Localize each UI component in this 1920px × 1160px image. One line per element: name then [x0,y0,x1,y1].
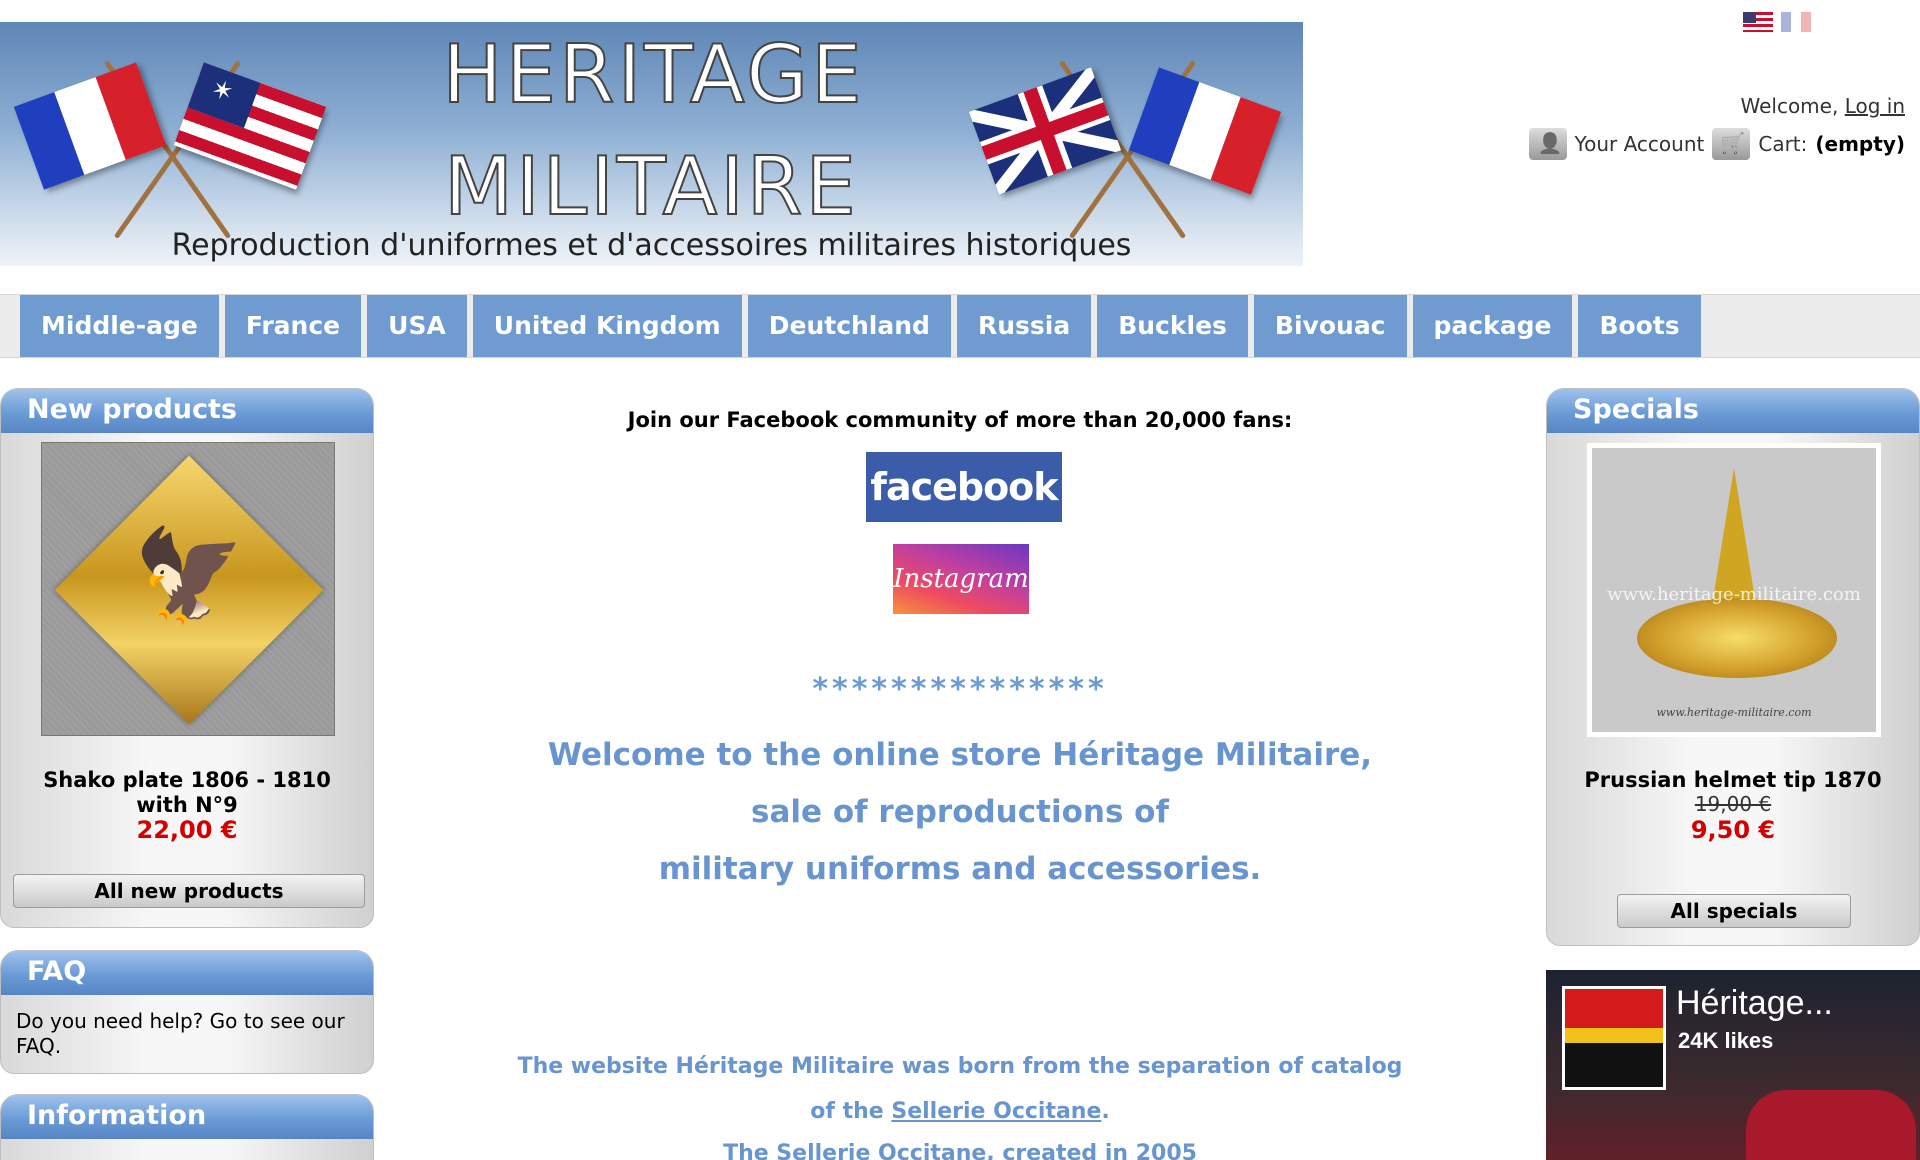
welcome-text: Welcome, Log in [1740,94,1905,118]
user-account-icon[interactable] [1528,128,1567,160]
all-specials-button[interactable]: All specials [1617,894,1851,928]
new-product-price: 22,00 € [136,816,238,844]
helmet-tip-image[interactable]: www.heritage-militaire.com www.heritage-… [1587,443,1881,737]
banner-title-line2: MILITAIRE [443,139,859,234]
cart-label[interactable]: Cart: [1758,132,1807,156]
nav-item-france[interactable]: France [224,295,362,357]
facebook-page-widget[interactable]: Héritage... 24K likes [1546,970,1920,1160]
faq-text[interactable]: Do you need help? Go to see our FAQ. [1,995,373,1059]
site-banner[interactable]: HERITAGE MILITAIRE Reproduction d'unifor… [0,22,1303,266]
cart-icon[interactable] [1712,128,1751,160]
new-products-title[interactable]: New products [1,389,373,433]
nav-item-bivouac[interactable]: Bivouac [1253,295,1407,357]
account-bar: Your Account Cart: (empty) [1528,128,1905,160]
nav-item-package[interactable]: package [1412,295,1573,357]
sellerie-occitane-link[interactable]: Sellerie Occitane [891,1099,1101,1124]
nav-item-middle-age[interactable]: Middle-age [20,295,219,357]
login-link[interactable]: Log in [1845,94,1905,118]
special-old-price: 19,00 € [1694,792,1772,816]
special-product-name[interactable]: Prussian helmet tip 1870 [1560,768,1906,793]
nav-item-deutchland[interactable]: Deutchland [747,295,951,357]
main-navigation: Middle-age France USA United Kingdom Deu… [0,294,1920,358]
helmet-base-shape [1637,598,1837,678]
new-product-name[interactable]: Shako plate 1806 - 1810 with N°9 [15,768,359,818]
nav-item-usa[interactable]: USA [367,295,467,357]
nav-item-united-kingdom[interactable]: United Kingdom [472,295,742,357]
banner-subtitle: Reproduction d'uniformes et d'accessoire… [171,228,1132,263]
facebook-cover-figure [1746,1090,1916,1160]
your-account-link[interactable]: Your Account [1575,132,1705,156]
shako-plate-image[interactable]: 🦅 [41,442,335,736]
facebook-page-avatar[interactable] [1562,986,1666,1090]
about-line-3: The Sellerie Occitane, created in 2005 [723,1141,1197,1160]
facebook-page-likes: 24K likes [1678,1028,1774,1053]
cart-status[interactable]: (empty) [1815,132,1905,156]
specials-title[interactable]: Specials [1547,389,1919,433]
image-watermark-small: www.heritage-militaire.com [1656,706,1812,719]
eagle-emblem-icon: 🦅 [132,523,246,628]
instagram-button[interactable]: Instagram [893,544,1029,614]
facebook-invite: Join our Facebook community of more than… [627,408,1293,432]
special-price: 9,50 € [1690,816,1776,844]
all-new-products-button[interactable]: All new products [13,874,365,908]
welcome-line-1: Welcome to the online store Héritage Mil… [547,737,1373,773]
faq-title[interactable]: FAQ [1,951,373,995]
nav-item-buckles[interactable]: Buckles [1097,295,1248,357]
welcome-label: Welcome, [1740,94,1839,118]
french-language-icon[interactable] [1781,12,1811,32]
information-box: Information [0,1094,374,1160]
faq-box: FAQ Do you need help? Go to see our FAQ. [0,950,374,1074]
about-line-2-prefix: of the [810,1099,884,1124]
image-watermark: www.heritage-militaire.com [1607,584,1861,605]
english-language-icon[interactable] [1743,12,1773,32]
about-line-1: The website Héritage Militaire was born … [517,1054,1403,1079]
about-line-2-suffix: . [1101,1099,1110,1124]
language-selector [1743,12,1811,32]
information-title[interactable]: Information [1,1095,373,1139]
facebook-page-name[interactable]: Héritage... [1676,984,1833,1023]
welcome-line-3: military uniforms and accessories. [658,851,1262,887]
nav-item-boots[interactable]: Boots [1578,295,1701,357]
nav-item-russia[interactable]: Russia [956,295,1092,357]
about-line-2: of the Sellerie Occitane. [380,1099,1540,1124]
stars-divider: *************** [812,672,1108,707]
facebook-button[interactable]: facebook [866,452,1062,522]
welcome-line-2: sale of reproductions of [751,794,1169,830]
banner-title-line1: HERITAGE [441,27,865,122]
